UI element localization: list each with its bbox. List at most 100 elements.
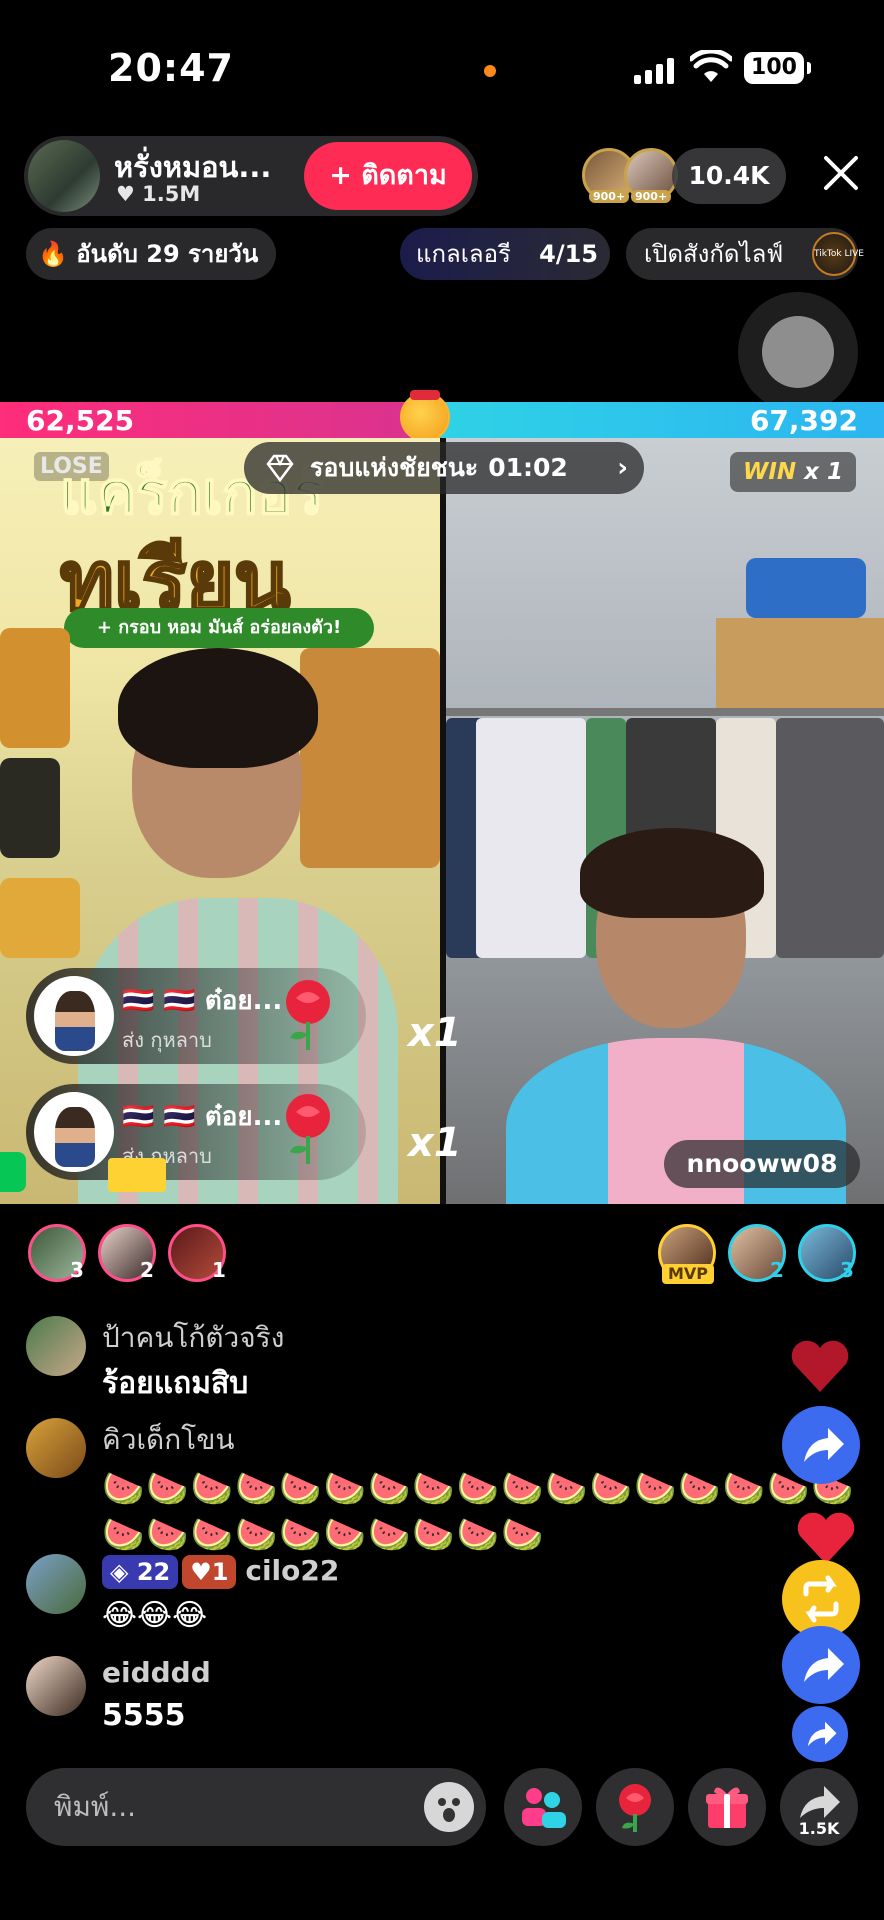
- share-float-button[interactable]: [782, 1626, 860, 1704]
- win-badge: WIN x 1: [730, 452, 856, 492]
- chat-message[interactable]: eidddd 5555: [26, 1656, 526, 1746]
- victory-round-label: รอบแห่งชัยชนะ: [310, 453, 479, 482]
- chat-text: 🍉🍉🍉🍉🍉🍉🍉🍉🍉🍉🍉🍉🍉🍉🍉🍉🍉🍉🍉🍉🍉🍉🍉🍉🍉🍉🍉: [102, 1469, 856, 1555]
- chat-avatar[interactable]: [26, 1316, 86, 1376]
- gift-multiplier: x1: [408, 1120, 462, 1166]
- fan-level-badge: ♥1: [182, 1555, 237, 1589]
- gallery-count: 4/15: [539, 240, 598, 268]
- chat-message[interactable]: คิวเด็กโขน 🍉🍉🍉🍉🍉🍉🍉🍉🍉🍉🍉🍉🍉🍉🍉🍉🍉🍉🍉🍉🍉🍉🍉🍉🍉🍉🍉: [26, 1418, 854, 1555]
- share-arrow-icon: [804, 1648, 844, 1682]
- chat-avatar[interactable]: [26, 1554, 86, 1614]
- people-icon: [522, 1788, 566, 1828]
- ranking-label: อันดับ 29 รายวัน: [76, 240, 259, 268]
- share-count: 1.5K: [798, 1819, 840, 1838]
- gifter-rank: 2: [140, 1258, 154, 1282]
- rose-gift-icon: [286, 980, 330, 1050]
- cellular-signal-icon: [634, 58, 674, 84]
- gift-multiplier: x1: [408, 1010, 462, 1056]
- chat-message[interactable]: ป้าคนโก้ตัวจริง ร้อยแถมสิบ: [26, 1316, 526, 1406]
- privacy-indicator-dot: [484, 65, 496, 77]
- heart-icon: [797, 1512, 855, 1564]
- share-arrow-icon: [804, 1428, 844, 1462]
- line-icon: [0, 1152, 26, 1192]
- snack-image: [0, 758, 60, 858]
- gift-box-icon: [706, 1787, 748, 1828]
- mvp-badge: MVP: [662, 1264, 714, 1284]
- left-score: 62,525: [26, 404, 135, 437]
- floating-assistive-button[interactable]: [738, 292, 858, 412]
- host-likes: ♥ 1.5M: [116, 182, 200, 206]
- host-avatar[interactable]: [28, 140, 100, 212]
- gifter-rank: 1: [212, 1258, 226, 1282]
- opponent-username[interactable]: nnooww08: [664, 1140, 860, 1188]
- daily-ranking[interactable]: 🔥 อันดับ 29 รายวัน: [26, 228, 276, 280]
- snack-image: [0, 878, 80, 958]
- chat-username[interactable]: eidddd: [102, 1656, 211, 1689]
- battle-emoji-icon: [400, 390, 450, 442]
- win-multiplier: x 1: [804, 459, 844, 485]
- rose-gift-icon: [286, 1094, 330, 1164]
- viewer-avatar[interactable]: 900+: [624, 148, 678, 203]
- emoji-icon[interactable]: [424, 1782, 474, 1832]
- heart-icon: ♥: [116, 182, 135, 206]
- fan-level: 1: [211, 1558, 229, 1586]
- chat-avatar[interactable]: [26, 1418, 86, 1478]
- gifter-level: 22: [136, 1558, 171, 1586]
- multi-guest-button[interactable]: [504, 1768, 582, 1846]
- share-button[interactable]: 1.5K: [780, 1768, 858, 1846]
- chevron-right-icon: ›: [617, 453, 628, 483]
- chat-text: 😂😂😂: [102, 1598, 208, 1633]
- host-info[interactable]: หรั่งหมอน... ♥ 1.5M + ติดตาม: [24, 136, 478, 216]
- gifter-level-badge: ◈ 22: [102, 1555, 179, 1589]
- tiktok-live-badge: TikTok LIVE: [812, 232, 864, 276]
- diamond-icon: [266, 454, 294, 483]
- snack-image: [0, 628, 70, 748]
- victory-round-timer: 01:02: [488, 453, 568, 482]
- rose-icon: [619, 1784, 651, 1832]
- chat-avatar[interactable]: [26, 1656, 86, 1716]
- comment-placeholder: พิมพ์...: [54, 1790, 137, 1823]
- heart-icon: ♥: [190, 1558, 212, 1586]
- chat-username[interactable]: ป้าคนโก้ตัวจริง: [102, 1316, 284, 1360]
- host-likes-count: 1.5M: [142, 182, 201, 206]
- share-arrow-icon: [807, 1721, 837, 1747]
- status-bar: 20:47 100: [0, 0, 884, 140]
- comment-input[interactable]: พิมพ์...: [26, 1768, 486, 1846]
- battery-icon: 100: [744, 52, 811, 84]
- gift-button[interactable]: [688, 1768, 766, 1846]
- viewer-count[interactable]: 10.4K: [672, 148, 786, 204]
- gallery-pill[interactable]: แกลเลอรี 4/15: [400, 228, 610, 280]
- gallery-label: แกลเลอรี: [416, 240, 511, 268]
- share-float-button-small[interactable]: [792, 1706, 848, 1762]
- basket-image: [746, 558, 866, 618]
- close-icon[interactable]: [818, 150, 864, 196]
- fire-icon: 🔥: [38, 240, 68, 268]
- gifter-name: 🇹🇭 🇹🇭 ต๋อย...: [122, 1102, 283, 1132]
- share-float-button[interactable]: [782, 1406, 860, 1484]
- chat-user-line: ◈ 22 ♥1 cilo22: [102, 1554, 339, 1589]
- chat-message[interactable]: ◈ 22 ♥1 cilo22 😂😂😂: [26, 1554, 526, 1644]
- victory-round-pill[interactable]: รอบแห่งชัยชนะ 01:02 ›: [244, 442, 644, 494]
- heart-icon: [791, 1340, 849, 1392]
- gifter-avatar: [34, 1092, 114, 1172]
- delivery-truck-icon: [108, 1158, 166, 1192]
- status-time: 20:47: [108, 46, 234, 90]
- follow-button[interactable]: + ติดตาม: [304, 142, 472, 210]
- right-video-panel[interactable]: [446, 438, 884, 1204]
- rose-gift-button[interactable]: [596, 1768, 674, 1846]
- chat-text: 5555: [102, 1698, 186, 1733]
- gifter-rank: 2: [770, 1258, 784, 1282]
- wifi-icon: [690, 50, 732, 82]
- viewer-badge: 900+: [631, 190, 672, 203]
- chat-username[interactable]: คิวเด็กโขน: [102, 1418, 234, 1462]
- gifter-rank: 3: [70, 1258, 84, 1282]
- gifter-name: 🇹🇭 🇹🇭 ต๋อย...: [122, 986, 283, 1016]
- gifter-rank: 3: [840, 1258, 854, 1282]
- right-score: 67,392: [749, 404, 858, 437]
- live-agency-pill[interactable]: เปิดสังกัดไลฟ์ TikTok LIVE: [626, 228, 864, 280]
- live-agency-label: เปิดสังกัดไลฟ์: [644, 240, 784, 268]
- gift-action: ส่ง กุหลาบ: [122, 1028, 212, 1052]
- chat-text: ร้อยแถมสิบ: [102, 1366, 249, 1401]
- chat-username[interactable]: cilo22: [245, 1554, 339, 1587]
- gem-icon: ◈: [110, 1558, 129, 1586]
